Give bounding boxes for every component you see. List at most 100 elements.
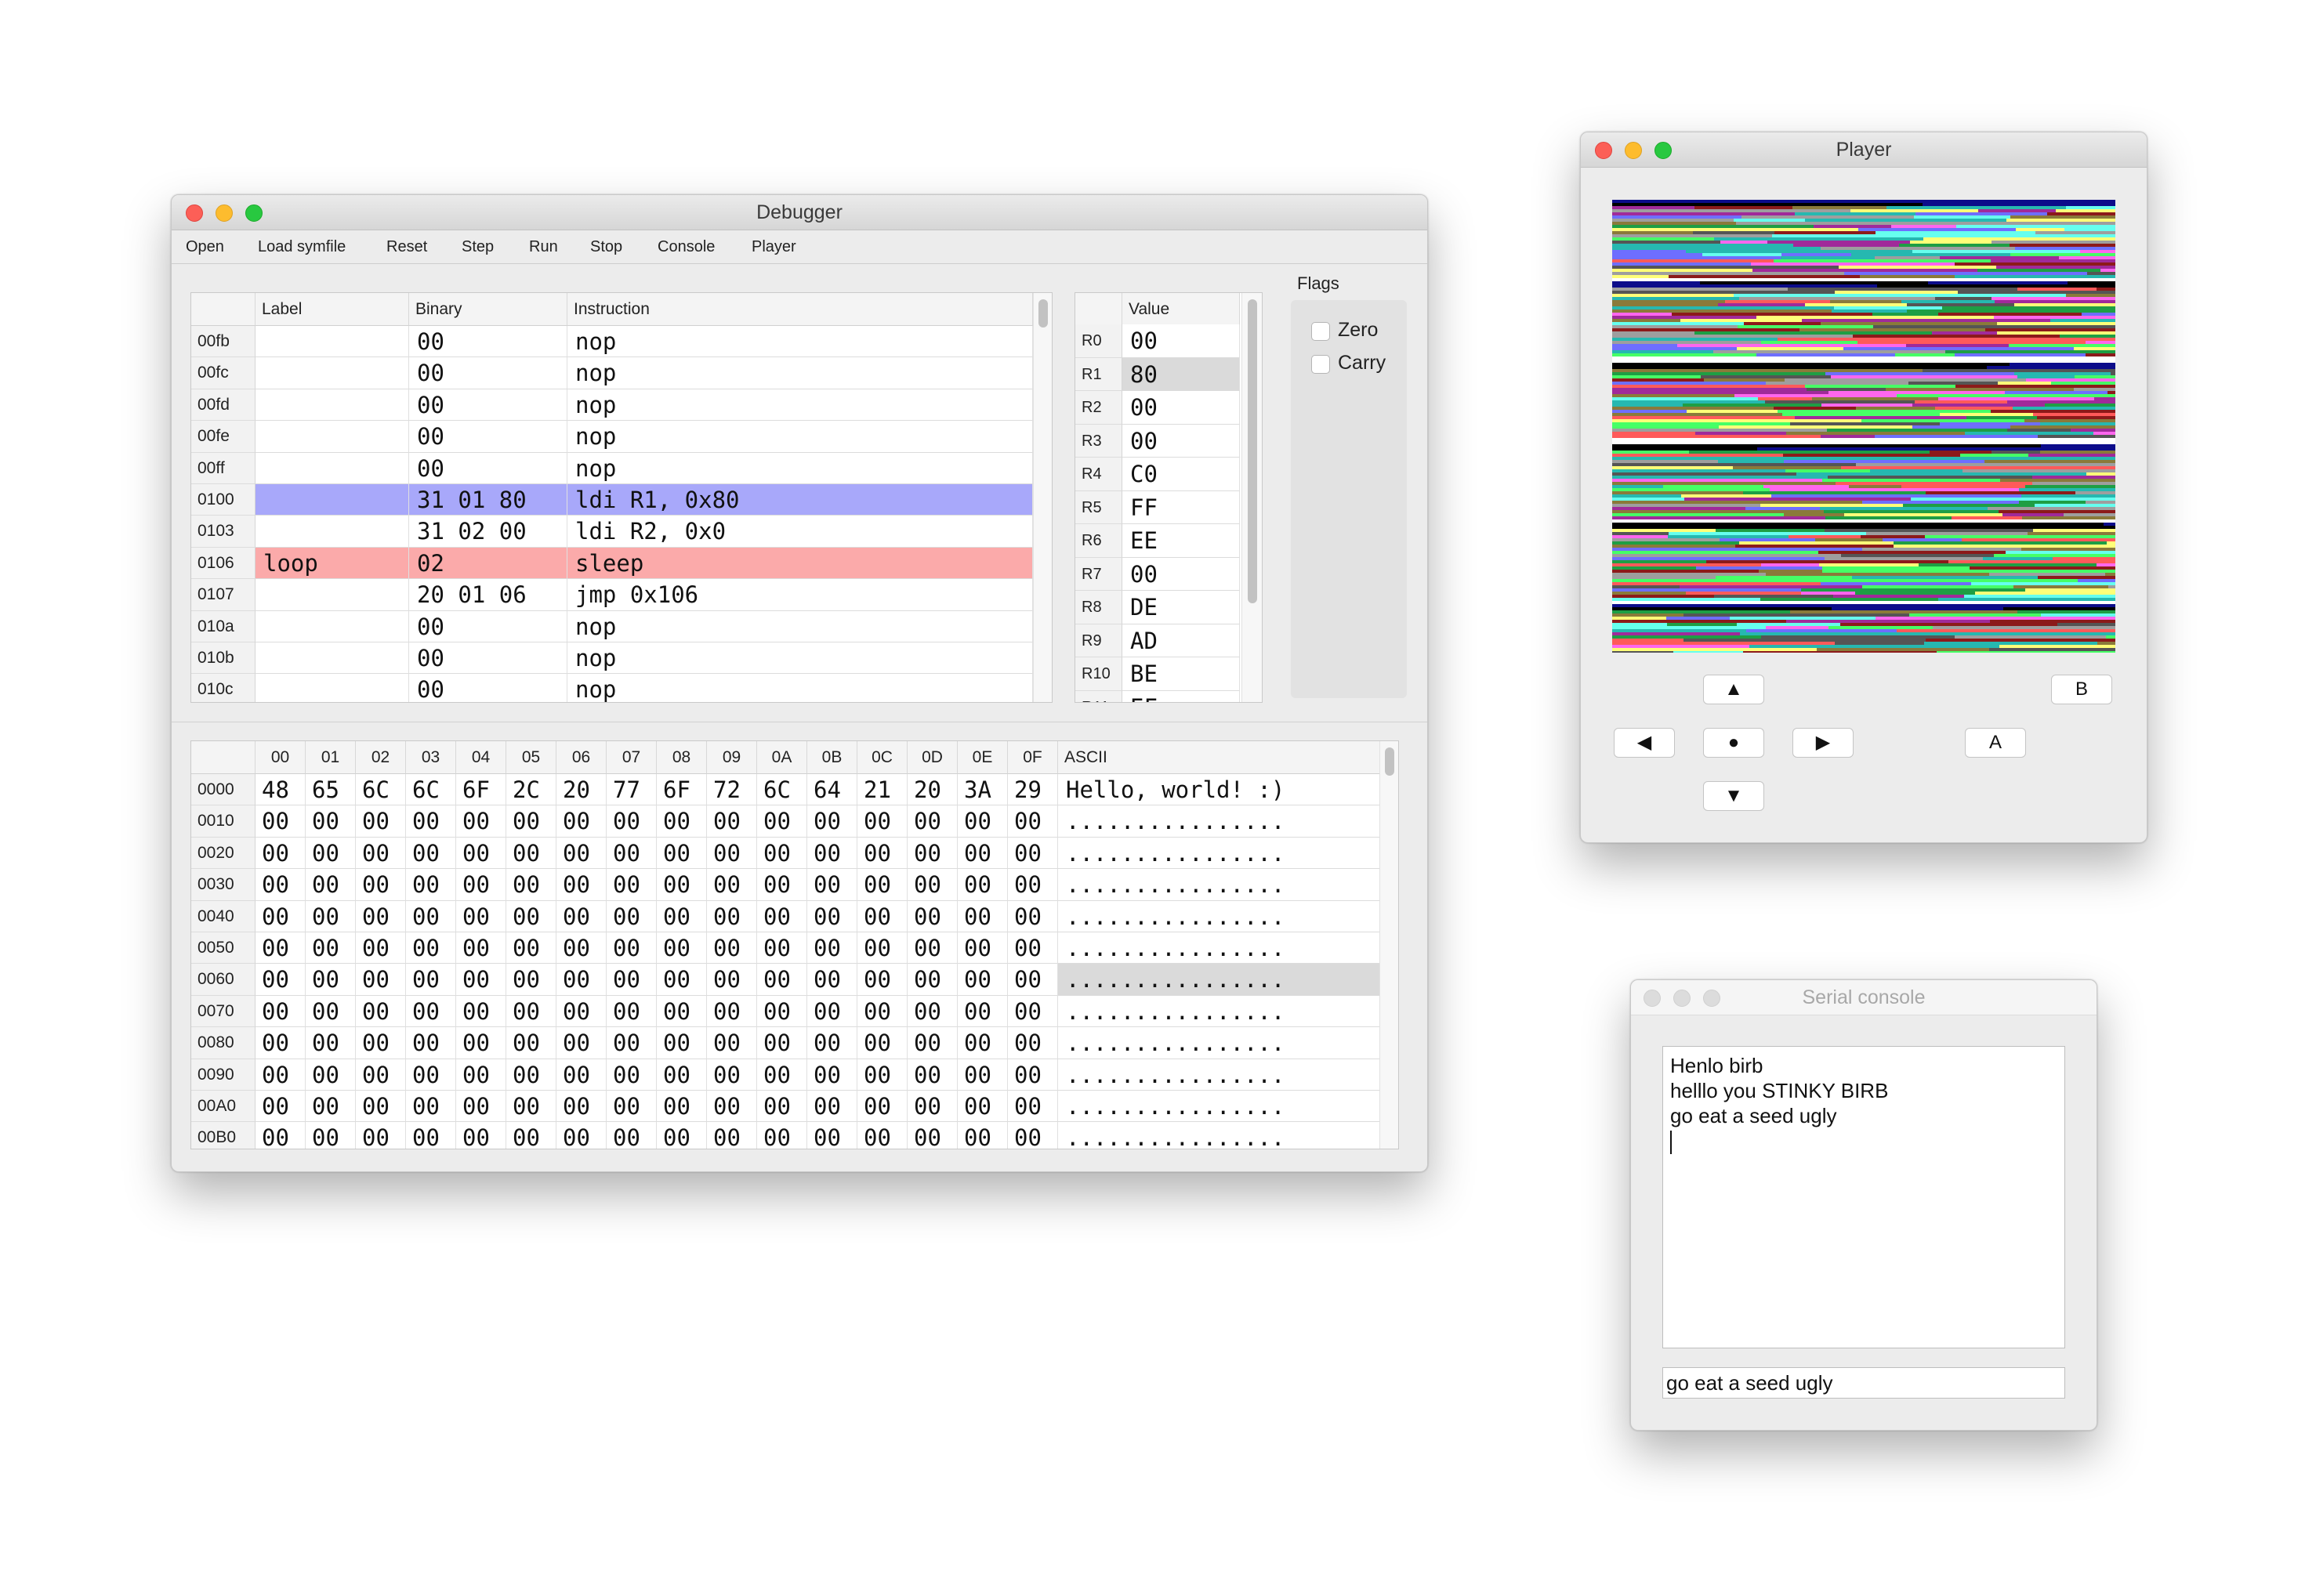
memory-byte-cell[interactable]: 00 [406, 932, 456, 964]
memory-byte-cell[interactable]: 00 [1008, 1027, 1058, 1059]
disasm-label-cell[interactable] [256, 674, 409, 702]
disasm-instr-cell[interactable]: nop [567, 357, 1033, 389]
disasm-binary-cell[interactable]: 00 [409, 642, 567, 675]
down-button[interactable]: ▼ [1703, 781, 1764, 811]
memory-byte-cell[interactable]: 00 [707, 964, 757, 996]
memory-byte-cell[interactable]: 00 [256, 1122, 306, 1149]
disasm-instr-cell[interactable]: nop [567, 452, 1033, 484]
memory-byte-cell[interactable]: 00 [757, 995, 807, 1028]
menu-reset[interactable]: Reset [386, 230, 427, 263]
column-header[interactable]: Instruction [567, 293, 1033, 326]
memory-byte-cell[interactable]: 00 [958, 837, 1008, 870]
memory-byte-cell[interactable]: 00 [607, 1027, 657, 1059]
memory-byte-cell[interactable]: 00 [657, 837, 707, 870]
row-address[interactable]: 0050 [191, 932, 256, 964]
memory-byte-cell[interactable]: 00 [356, 995, 406, 1028]
memory-byte-cell[interactable]: 00 [456, 1059, 506, 1091]
memory-byte-cell[interactable]: 00 [857, 1091, 908, 1123]
register-name[interactable]: R0 [1075, 324, 1122, 358]
memory-byte-cell[interactable]: 00 [406, 1091, 456, 1123]
memory-byte-cell[interactable]: 00 [556, 1091, 607, 1123]
memory-byte-cell[interactable]: 00 [908, 869, 958, 901]
memory-ascii-cell[interactable]: ................ [1058, 932, 1383, 964]
memory-byte-cell[interactable]: 00 [456, 1122, 506, 1149]
register-name[interactable]: R5 [1075, 490, 1122, 524]
row-address[interactable]: 0030 [191, 869, 256, 901]
memory-byte-cell[interactable]: 00 [908, 900, 958, 932]
memory-ascii-cell[interactable]: ................ [1058, 805, 1383, 838]
memory-byte-cell[interactable]: 00 [857, 1059, 908, 1091]
disasm-instr-cell[interactable]: nop [567, 326, 1033, 358]
column-header[interactable]: 07 [607, 741, 657, 774]
memory-byte-cell[interactable]: 00 [256, 805, 306, 838]
memory-byte-cell[interactable]: 2C [506, 774, 556, 806]
memory-byte-cell[interactable]: 00 [908, 1027, 958, 1059]
memory-byte-cell[interactable]: 00 [406, 1059, 456, 1091]
memory-byte-cell[interactable]: 00 [356, 900, 406, 932]
memory-ascii-cell[interactable]: ................ [1058, 837, 1383, 870]
disasm-label-cell[interactable] [256, 610, 409, 642]
memory-byte-cell[interactable]: 00 [456, 932, 506, 964]
memory-byte-cell[interactable]: 00 [958, 995, 1008, 1028]
memory-byte-cell[interactable]: 00 [456, 805, 506, 838]
row-address[interactable]: 0106 [191, 547, 256, 580]
disasm-label-cell[interactable]: loop [256, 547, 409, 580]
memory-ascii-cell[interactable]: ................ [1058, 1122, 1383, 1149]
memory-byte-cell[interactable]: 00 [356, 1091, 406, 1123]
memory-ascii-cell[interactable]: ................ [1058, 1091, 1383, 1123]
column-header[interactable]: 0B [807, 741, 857, 774]
memory-byte-cell[interactable]: 00 [857, 1122, 908, 1149]
register-name[interactable]: R11 [1075, 690, 1122, 702]
column-header[interactable]: 08 [657, 741, 707, 774]
memory-byte-cell[interactable]: 00 [657, 1122, 707, 1149]
column-header[interactable]: 09 [707, 741, 757, 774]
memory-byte-cell[interactable]: 00 [657, 1059, 707, 1091]
memory-byte-cell[interactable]: 00 [908, 837, 958, 870]
row-address[interactable]: 010c [191, 674, 256, 702]
memory-ascii-cell[interactable]: ................ [1058, 1027, 1383, 1059]
memory-byte-cell[interactable]: 00 [657, 995, 707, 1028]
row-address[interactable]: 0020 [191, 837, 256, 870]
memory-byte-cell[interactable]: 00 [306, 1091, 356, 1123]
memory-byte-cell[interactable]: 00 [657, 1091, 707, 1123]
memory-byte-cell[interactable]: 00 [556, 869, 607, 901]
disasm-binary-cell[interactable]: 20 01 06 [409, 579, 567, 611]
disasm-label-cell[interactable] [256, 389, 409, 422]
memory-byte-cell[interactable]: 00 [707, 1091, 757, 1123]
scrollbar[interactable] [1033, 293, 1052, 702]
memory-byte-cell[interactable]: 00 [456, 964, 506, 996]
menu-console[interactable]: Console [658, 230, 715, 263]
memory-byte-cell[interactable]: 00 [406, 900, 456, 932]
memory-byte-cell[interactable]: 00 [406, 805, 456, 838]
disasm-instr-cell[interactable]: ldi R2, 0x0 [567, 516, 1033, 548]
debugger-titlebar[interactable]: Debugger [172, 195, 1427, 230]
memory-byte-cell[interactable]: 77 [607, 774, 657, 806]
memory-byte-cell[interactable]: 00 [958, 964, 1008, 996]
console-input[interactable] [1662, 1367, 2065, 1399]
memory-byte-cell[interactable]: 6F [456, 774, 506, 806]
memory-byte-cell[interactable]: 00 [306, 869, 356, 901]
memory-byte-cell[interactable]: 00 [607, 805, 657, 838]
carry-flag-checkbox[interactable] [1311, 355, 1330, 374]
memory-ascii-cell[interactable]: ................ [1058, 869, 1383, 901]
memory-ascii-cell[interactable]: ................ [1058, 1059, 1383, 1091]
disasm-instr-cell[interactable]: ldi R1, 0x80 [567, 484, 1033, 516]
memory-byte-cell[interactable]: 00 [657, 869, 707, 901]
memory-byte-cell[interactable]: 00 [1008, 964, 1058, 996]
memory-byte-cell[interactable]: 00 [958, 1091, 1008, 1123]
memory-byte-cell[interactable]: 00 [607, 1091, 657, 1123]
register-name[interactable]: R9 [1075, 624, 1122, 657]
memory-table[interactable]: 00 01 02 03 04 05 06 07 08 09 0A 0B 0C 0D 0E 0F ASCII 000… [190, 740, 1399, 1149]
memory-byte-cell[interactable]: 20 [908, 774, 958, 806]
memory-byte-cell[interactable]: 00 [757, 1091, 807, 1123]
center-button[interactable]: ● [1703, 728, 1764, 758]
memory-byte-cell[interactable]: 00 [707, 805, 757, 838]
memory-byte-cell[interactable]: 00 [406, 1122, 456, 1149]
memory-byte-cell[interactable]: 00 [256, 995, 306, 1028]
memory-byte-cell[interactable]: 00 [958, 1059, 1008, 1091]
register-value-cell[interactable]: 00 [1122, 557, 1240, 591]
disasm-label-cell[interactable] [256, 484, 409, 516]
memory-byte-cell[interactable]: 00 [807, 805, 857, 838]
memory-byte-cell[interactable]: 00 [356, 869, 406, 901]
column-header[interactable]: 0D [908, 741, 958, 774]
